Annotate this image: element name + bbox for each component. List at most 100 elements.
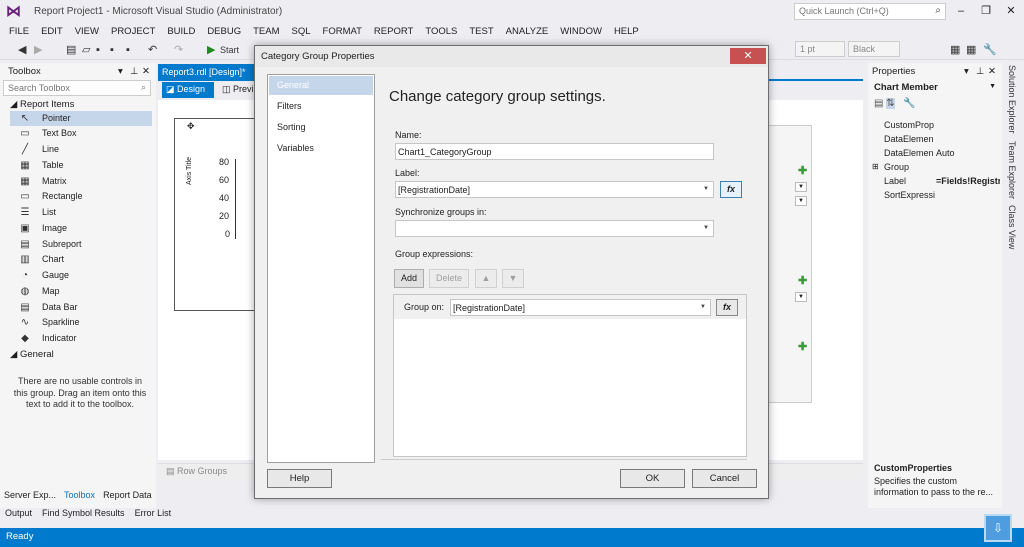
chart-control[interactable]: ✥ 80 60 40 20 0 [174,118,259,311]
menu-edit[interactable]: EDIT [35,24,69,39]
toolbox-item-subreport[interactable]: ▤ Subreport [10,237,152,252]
property-row[interactable]: ⊞ Group [870,160,1000,174]
download-icon[interactable]: ⇩ [984,514,1012,542]
label-expression-button[interactable]: fx [720,181,742,198]
save-icon[interactable]: ▪ [96,43,100,57]
forward-icon[interactable]: ▶ [34,43,42,57]
save-all-icon[interactable]: ▪ [110,43,114,57]
menu-test[interactable]: TEST [463,24,499,39]
move-up-icon[interactable]: ▲ [475,269,497,288]
tab-class-view[interactable]: Class View [1007,205,1017,249]
quick-launch-input[interactable]: Quick Launch (Ctrl+Q) ⌕ [794,3,946,20]
nav-filters[interactable]: Filters [269,97,373,116]
tab-team-explorer[interactable]: Team Explorer [1007,141,1017,199]
toolbox-item-data-bar[interactable]: ▤ Data Bar [10,300,152,315]
tab-report-data[interactable]: Report Data [99,490,156,500]
toolbox-item-chart[interactable]: ▥ Chart [10,252,152,267]
menu-file[interactable]: FILE [0,24,35,39]
menu-team[interactable]: TEAM [247,24,285,39]
add-icon[interactable]: ✚ [798,274,807,287]
toolbox-item-text-box[interactable]: ▭ Text Box [10,126,152,141]
nav-sorting[interactable]: Sorting [269,118,373,137]
toolbox-item-list[interactable]: ☰ List [10,205,152,220]
property-row[interactable]: SortExpressi [870,188,1000,202]
menu-help[interactable]: HELP [608,24,645,39]
start-icon[interactable]: ▶ [207,43,215,57]
dropdown-icon[interactable]: ▾ [118,66,123,77]
group-on-expression-button[interactable]: fx [716,299,738,316]
toolbox-group-report-items[interactable]: ◢ Report Items [10,99,74,110]
toolbox-item-map[interactable]: ◍ Map [10,284,152,299]
nav-general[interactable]: General [269,76,373,95]
menu-build[interactable]: BUILD [161,24,201,39]
toolbox-search-input[interactable]: Search Toolbox ⌕ [3,80,151,96]
save-all-2-icon[interactable]: ▪ [126,43,130,57]
toolbox-item-gauge[interactable]: ◔ Gauge [10,268,152,283]
add-button[interactable]: Add [394,269,424,288]
menu-window[interactable]: WINDOW [554,24,608,39]
toolbox-item-table[interactable]: ▦ Table [10,158,152,173]
delete-button[interactable]: Delete [429,269,469,288]
wrench-icon[interactable]: 🔧 [983,43,997,57]
expand-icon[interactable]: ⊞ [872,160,879,174]
redo-icon[interactable]: ↷ [174,43,183,57]
grid-icon[interactable]: ▦ [966,43,976,57]
menu-analyze[interactable]: ANALYZE [500,24,555,39]
minimize-icon[interactable]: – [950,3,972,19]
menu-project[interactable]: PROJECT [105,24,161,39]
toolbox-item-line[interactable]: ╱ Line [10,142,152,157]
tab-error-list[interactable]: Error List [130,508,177,518]
move-handle-icon[interactable]: ✥ [187,121,195,132]
tab-server-explorer[interactable]: Server Exp... [0,490,60,500]
toolbox-item-rectangle[interactable]: ▭ Rectangle [10,189,152,204]
start-button[interactable]: Start [220,43,239,57]
sync-groups-combo[interactable]: ▼ [395,220,714,237]
toolbox-item-matrix[interactable]: ▦ Matrix [10,174,152,189]
line-color-select[interactable]: Black [848,41,900,57]
add-icon[interactable]: ✚ [798,340,807,353]
new-project-icon[interactable]: ▤ [66,43,76,57]
label-combo[interactable]: [RegistrationDate] ▼ [395,181,714,198]
menu-debug[interactable]: DEBUG [201,24,247,39]
tab-solution-explorer[interactable]: Solution Explorer [1007,65,1017,134]
move-down-icon[interactable]: ▼ [502,269,524,288]
tab-output[interactable]: Output [0,508,37,518]
toolbox-group-general[interactable]: ◢ General [10,349,54,360]
toolbox-item-image[interactable]: ▣ Image [10,221,152,236]
help-button[interactable]: Help [267,469,332,488]
add-icon[interactable]: ✚ [798,164,807,177]
line-width-select[interactable]: 1 pt [795,41,845,57]
toolbox-item-sparkline[interactable]: ∿ Sparkline [10,315,152,330]
pin-icon[interactable]: ⊥ [976,66,984,77]
pin-icon[interactable]: ⊥ [130,66,138,77]
dropdown-icon[interactable]: ▾ [964,66,969,77]
tab-report3-design[interactable]: Report3.rdl [Design]* [158,64,258,80]
menu-tools[interactable]: TOOLS [419,24,463,39]
name-input[interactable]: Chart1_CategoryGroup [395,143,714,160]
property-row[interactable]: DataElemen Auto [870,146,1000,160]
layout-icon[interactable]: ▦ [950,43,960,57]
toolbox-item-indicator[interactable]: ◆ Indicator [10,331,152,346]
tab-preview[interactable]: ◫ Previ [218,82,258,98]
tab-toolbox[interactable]: Toolbox [60,490,99,500]
property-pages-icon[interactable]: 🔧 [903,98,915,109]
nav-variables[interactable]: Variables [269,139,373,158]
close-icon[interactable]: ✕ [730,48,766,64]
menu-report[interactable]: REPORT [368,24,419,39]
undo-icon[interactable]: ↶ [148,43,157,57]
open-icon[interactable]: ▱ [82,43,90,57]
property-row[interactable]: DataElemen [870,132,1000,146]
restore-icon[interactable]: ❐ [975,3,997,19]
ok-button[interactable]: OK [620,469,685,488]
close-icon[interactable]: ✕ [142,66,150,77]
categorized-icon[interactable]: ▤ [874,98,883,109]
close-icon[interactable]: ✕ [1000,3,1022,19]
cancel-button[interactable]: Cancel [692,469,757,488]
menu-format[interactable]: FORMAT [317,24,368,39]
alphabetical-icon[interactable]: ⇅ [886,98,895,109]
properties-object-select[interactable]: Chart Member ▼ [870,80,1000,96]
group-on-combo[interactable]: [RegistrationDate] ▼ [450,299,711,316]
close-icon[interactable]: ✕ [988,66,996,77]
toolbox-item-pointer[interactable]: ↖ Pointer [10,111,152,126]
menu-sql[interactable]: SQL [286,24,317,39]
